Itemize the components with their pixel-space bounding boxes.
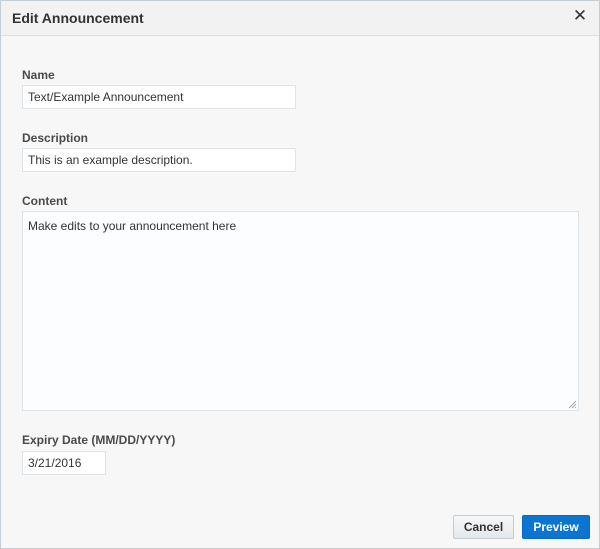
expiry-date-label: Expiry Date (MM/DD/YYYY)	[22, 433, 176, 447]
description-input[interactable]	[22, 148, 296, 172]
content-label: Content	[22, 194, 68, 208]
resize-grip-icon[interactable]	[567, 399, 577, 409]
name-input[interactable]	[22, 85, 296, 109]
dialog-title: Edit Announcement	[12, 10, 144, 26]
name-label: Name	[22, 68, 55, 82]
description-label: Description	[22, 131, 89, 145]
expiry-date-input[interactable]	[22, 451, 106, 475]
dialog-header: Edit Announcement ✕	[1, 1, 599, 36]
edit-announcement-dialog: Edit Announcement ✕ Name Description Con…	[0, 0, 600, 549]
close-icon[interactable]: ✕	[572, 6, 588, 26]
cancel-button[interactable]: Cancel	[453, 515, 514, 539]
content-textarea[interactable]: Make edits to your announcement here	[22, 211, 579, 411]
preview-button[interactable]: Preview	[522, 515, 590, 539]
